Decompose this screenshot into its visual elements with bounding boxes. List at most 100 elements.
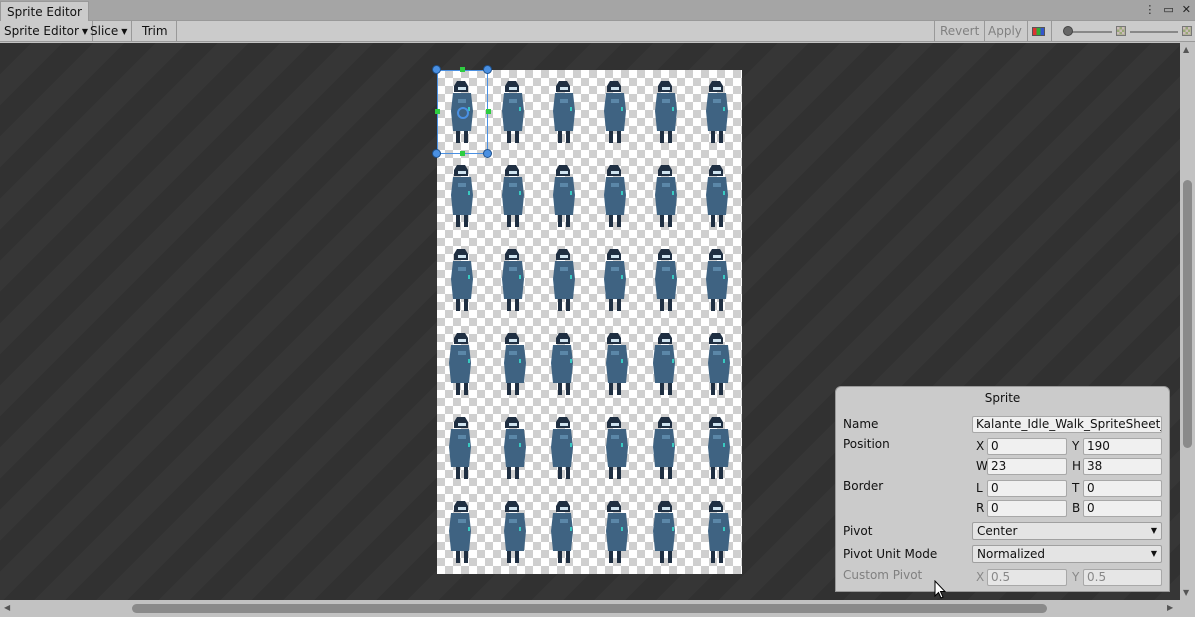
border-t-field[interactable]: 0 — [1083, 480, 1162, 497]
h-axis-label: H — [1072, 459, 1082, 473]
sprite-frame-34[interactable] — [648, 497, 684, 567]
custom-pivot-y-field: 0.5 — [1083, 569, 1162, 586]
t-axis-label: T — [1072, 481, 1080, 495]
sprite-frame-23[interactable] — [699, 329, 735, 399]
chevron-down-icon: ▼ — [121, 27, 128, 36]
border-r-field[interactable]: 0 — [987, 500, 1067, 517]
sprite-frame-8[interactable] — [546, 161, 582, 231]
position-x-field[interactable]: 0 — [987, 438, 1067, 455]
pivot-icon[interactable] — [455, 105, 471, 121]
pivot-value: Center — [977, 524, 1018, 538]
sprite-frame-24[interactable] — [444, 413, 480, 483]
sprite-frame-15[interactable] — [597, 245, 633, 315]
sprite-frame-2[interactable] — [546, 77, 582, 147]
toolbar: Sprite Editor ▼ Slice ▼ Trim Revert Apply — [0, 21, 1195, 42]
sprite-frame-17[interactable] — [699, 245, 735, 315]
sprite-frame-9[interactable] — [597, 161, 633, 231]
resize-handle-bottom[interactable] — [460, 151, 465, 156]
sprite-frame-35[interactable] — [699, 497, 735, 567]
sprite-frame-30[interactable] — [444, 497, 480, 567]
revert-button[interactable]: Revert — [934, 21, 986, 42]
sprite-frame-28[interactable] — [648, 413, 684, 483]
sprite-frame-21[interactable] — [597, 329, 633, 399]
sprite-frame-1[interactable] — [495, 77, 531, 147]
panel-title: Sprite — [984, 391, 1021, 405]
horizontal-scroll-thumb[interactable] — [132, 604, 1047, 613]
sprite-frame-3[interactable] — [597, 77, 633, 147]
custom-pivot-x-axis-label: X — [976, 570, 985, 584]
resize-handle-left[interactable] — [435, 109, 440, 114]
sprite-frame-31[interactable] — [495, 497, 531, 567]
scroll-right-icon[interactable]: ▶ — [1167, 603, 1173, 612]
sprite-inspector-panel: Sprite Name Kalante_Idle_Walk_SpriteShee… — [835, 386, 1170, 592]
border-l-field[interactable]: 0 — [987, 480, 1067, 497]
sprite-frame-18[interactable] — [444, 329, 480, 399]
scroll-down-icon[interactable]: ▼ — [1183, 588, 1189, 597]
y-axis-label: Y — [1072, 439, 1080, 453]
sprite-frame-12[interactable] — [444, 245, 480, 315]
sprite-frame-26[interactable] — [546, 413, 582, 483]
vertical-scroll-thumb[interactable] — [1183, 180, 1192, 448]
pivot-dropdown[interactable]: Center ▼ — [972, 522, 1162, 540]
border-b-field[interactable]: 0 — [1083, 500, 1162, 517]
sprite-frame-16[interactable] — [648, 245, 684, 315]
editor-mode-dropdown[interactable]: Sprite Editor ▼ — [0, 21, 94, 42]
name-field[interactable]: Kalante_Idle_Walk_SpriteSheet_0 — [972, 416, 1162, 433]
sprite-frame-13[interactable] — [495, 245, 531, 315]
sprite-frame-27[interactable] — [597, 413, 633, 483]
more-options-icon[interactable]: ⋮ — [1144, 3, 1155, 16]
sprite-frame-11[interactable] — [699, 161, 735, 231]
resize-handle-bottom-left[interactable] — [432, 149, 441, 158]
x-axis-label: X — [976, 439, 985, 453]
pivot-unit-mode-dropdown[interactable]: Normalized ▼ — [972, 545, 1162, 563]
alpha-small-icon — [1116, 26, 1126, 36]
sprite-frame-22[interactable] — [648, 329, 684, 399]
close-icon[interactable]: ✕ — [1182, 3, 1191, 16]
sprite-frame-33[interactable] — [597, 497, 633, 567]
resize-handle-bottom-right[interactable] — [483, 149, 492, 158]
slice-label: Slice — [90, 24, 119, 38]
color-channel-toggle[interactable] — [1026, 21, 1052, 42]
pivot-unit-mode-value: Normalized — [977, 547, 1046, 561]
l-axis-label: L — [976, 481, 983, 495]
tab-bar: Sprite Editor ⋮ ▭ ✕ — [0, 0, 1195, 21]
scroll-left-icon[interactable]: ◀ — [4, 603, 10, 612]
vertical-scrollbar[interactable]: ▲ ▼ — [1180, 43, 1195, 600]
name-label: Name — [843, 417, 879, 431]
trim-button[interactable]: Trim — [134, 21, 177, 42]
custom-pivot-x-field: 0.5 — [987, 569, 1067, 586]
sprite-frame-14[interactable] — [546, 245, 582, 315]
resize-handle-top-left[interactable] — [432, 65, 441, 74]
sprite-frame-29[interactable] — [699, 413, 735, 483]
sprite-frame-7[interactable] — [495, 161, 531, 231]
size-h-field[interactable]: 38 — [1083, 458, 1162, 475]
sprite-frame-4[interactable] — [648, 77, 684, 147]
zoom-slider-knob[interactable] — [1063, 26, 1073, 36]
resize-handle-top-right[interactable] — [483, 65, 492, 74]
sprite-frame-32[interactable] — [546, 497, 582, 567]
resize-handle-top[interactable] — [460, 67, 465, 72]
chevron-down-icon: ▼ — [1150, 526, 1157, 535]
slice-dropdown[interactable]: Slice ▼ — [86, 21, 133, 42]
sprite-frame-5[interactable] — [699, 77, 735, 147]
size-w-field[interactable]: 23 — [987, 458, 1067, 475]
apply-button[interactable]: Apply — [983, 21, 1028, 42]
maximize-icon[interactable]: ▭ — [1163, 3, 1173, 16]
horizontal-scrollbar[interactable]: ◀ ▶ — [0, 600, 1180, 617]
color-channel-icon — [1032, 27, 1045, 36]
sprite-frame-10[interactable] — [648, 161, 684, 231]
scroll-up-icon[interactable]: ▲ — [1183, 45, 1189, 54]
sprite-frame-19[interactable] — [495, 329, 531, 399]
editor-mode-label: Sprite Editor — [4, 24, 79, 38]
mip-slider-track[interactable] — [1130, 31, 1178, 33]
position-y-field[interactable]: 190 — [1083, 438, 1162, 455]
sprite-frame-20[interactable] — [546, 329, 582, 399]
chevron-down-icon: ▼ — [1150, 549, 1157, 558]
r-axis-label: R — [976, 501, 985, 515]
sprite-frame-25[interactable] — [495, 413, 531, 483]
mouse-cursor-icon — [934, 580, 946, 599]
resize-handle-right[interactable] — [486, 109, 491, 114]
tab-sprite-editor[interactable]: Sprite Editor — [0, 1, 89, 21]
pivot-label: Pivot — [843, 524, 873, 538]
sprite-frame-6[interactable] — [444, 161, 480, 231]
